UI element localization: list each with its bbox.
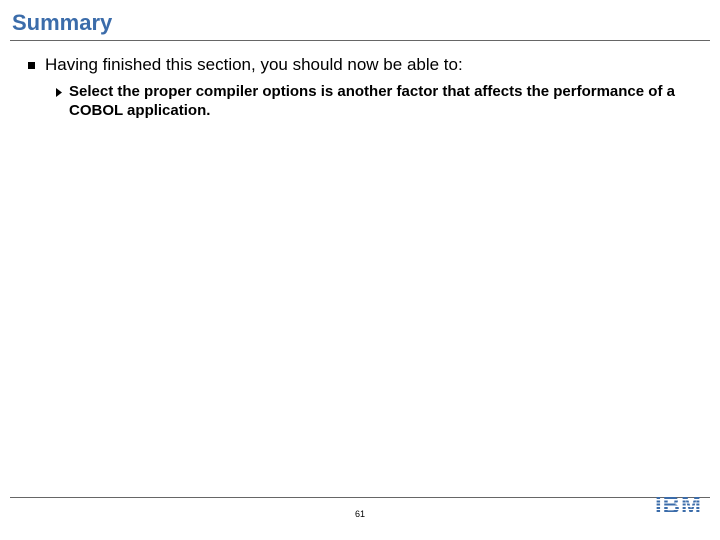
- slide-title: Summary: [0, 0, 720, 40]
- arrow-bullet-icon: [56, 88, 65, 97]
- square-bullet-icon: [28, 62, 35, 69]
- page-number: 61: [355, 509, 365, 519]
- bullet-level1-text: Having finished this section, you should…: [45, 55, 463, 75]
- bullet-level2: Select the proper compiler options is an…: [20, 83, 700, 121]
- footer: 61 IBM: [0, 497, 720, 528]
- ibm-logo-text: IBM: [655, 494, 702, 518]
- footer-divider: [10, 497, 710, 498]
- bullet-level2-text: Select the proper compiler options is an…: [69, 83, 700, 121]
- ibm-logo: IBM: [655, 494, 702, 518]
- bullet-level1: Having finished this section, you should…: [20, 55, 700, 75]
- content-area: Having finished this section, you should…: [0, 41, 720, 121]
